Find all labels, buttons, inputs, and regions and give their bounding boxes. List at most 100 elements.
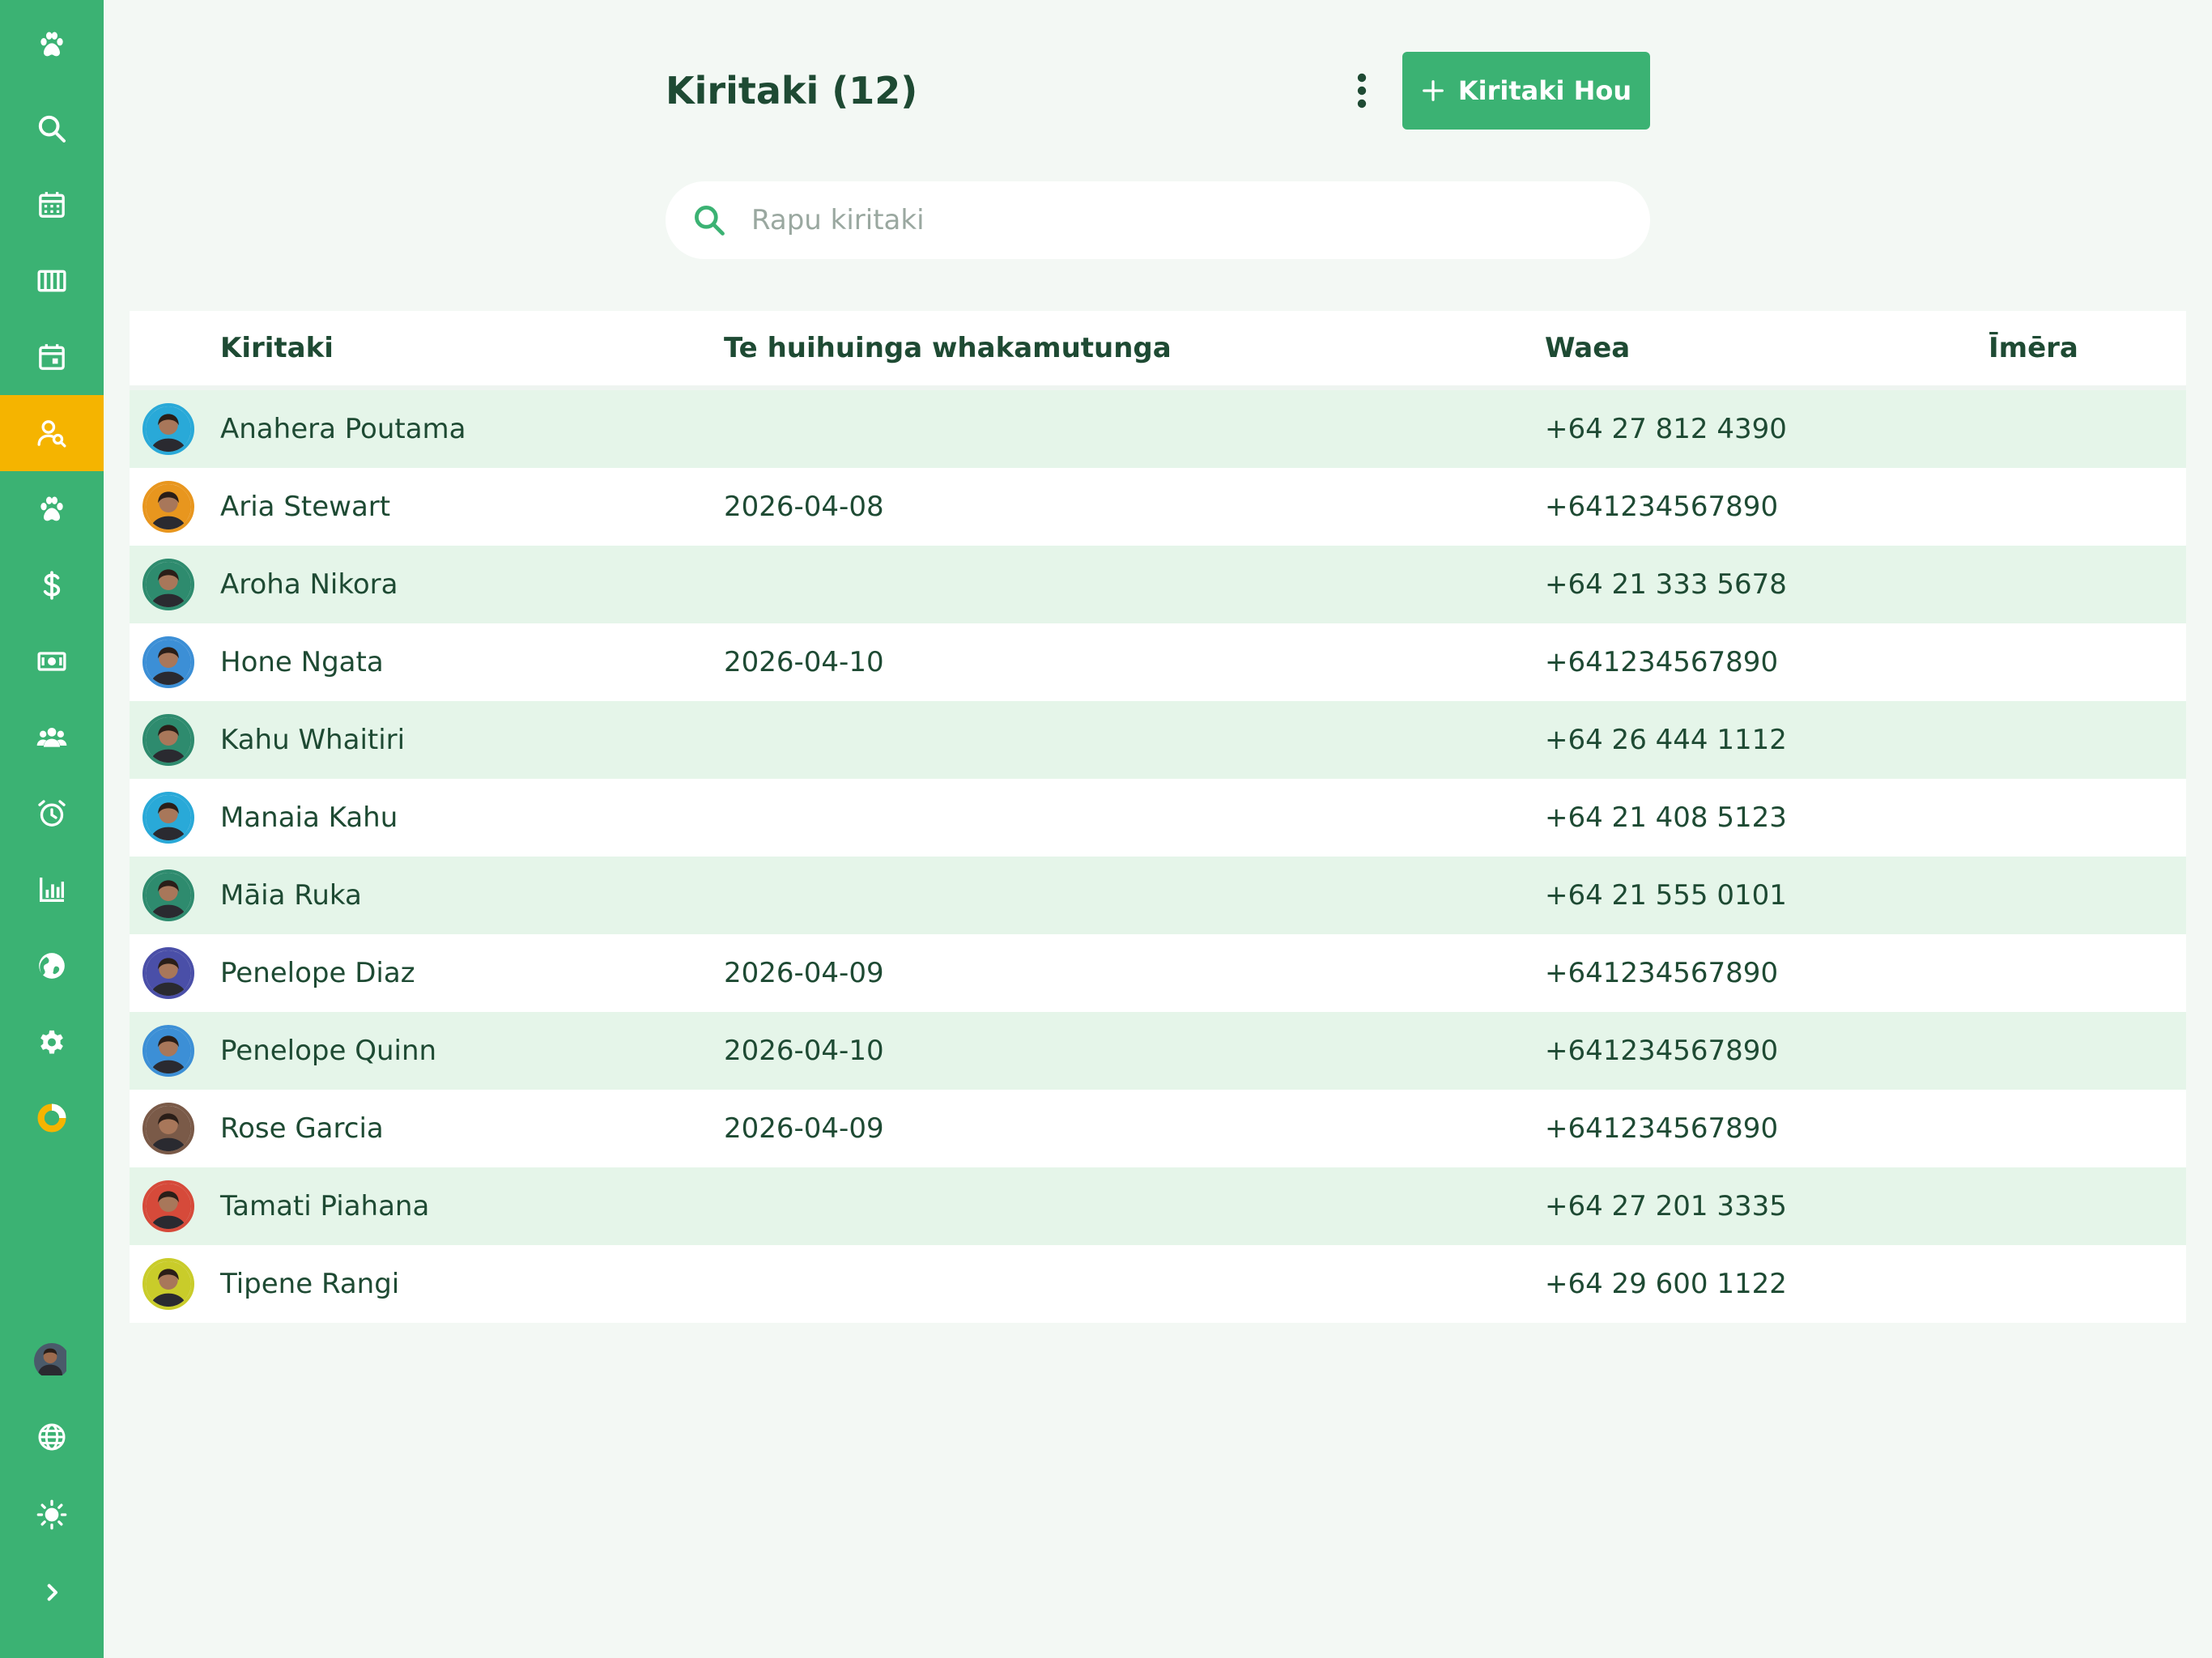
search-icon	[38, 115, 66, 142]
client-name: Anahera Poutama	[220, 413, 466, 445]
sun-icon	[36, 1499, 67, 1530]
bar-chart-icon	[40, 878, 64, 902]
client-name: Tamati Piahana	[220, 1190, 430, 1222]
table-row[interactable]: Aria Stewart 2026-04-08 +641234567890	[130, 468, 2186, 546]
last-appointment: 2026-04-09	[724, 1112, 884, 1145]
phone-number: +64 26 444 1112	[1545, 724, 1787, 756]
table-row[interactable]: Penelope Quinn 2026-04-10 +641234567890	[130, 1012, 2186, 1090]
table-row[interactable]: Tamati Piahana +64 27 201 3335	[130, 1167, 2186, 1245]
phone-number: +64 21 408 5123	[1545, 801, 1787, 834]
calendar-day-icon	[39, 344, 65, 370]
add-client-button[interactable]: Kiritaki Hou	[1402, 52, 1650, 130]
last-appointment: 2026-04-08	[724, 491, 884, 523]
clients-table: Kiritaki Te huihuinga whakamutunga Waea …	[130, 311, 2186, 1323]
avatar	[143, 403, 194, 455]
cash-icon	[37, 652, 66, 671]
avatar	[143, 947, 194, 999]
plus-icon	[1422, 80, 1444, 101]
client-name: Penelope Diaz	[220, 957, 415, 989]
sidebar-item-pets-home[interactable]	[0, 6, 104, 83]
column-header-last-appointment[interactable]: Te huihuinga whakamutunga	[724, 311, 1172, 385]
dollar-icon	[43, 571, 61, 600]
sidebar-item-reminders[interactable]	[0, 776, 104, 852]
client-name: Tipene Rangi	[220, 1268, 400, 1300]
avatar	[143, 1258, 194, 1310]
phone-number: +64 27 812 4390	[1545, 413, 1787, 445]
sidebar-item-appointments[interactable]	[0, 319, 104, 395]
last-appointment: 2026-04-09	[724, 957, 884, 989]
search-bar	[666, 181, 1650, 259]
client-name: Māia Ruka	[220, 879, 362, 912]
sidebar-item-billing[interactable]	[0, 547, 104, 623]
table-row[interactable]: Aroha Nikora +64 21 333 5678	[130, 546, 2186, 623]
phone-number: +64 21 555 0101	[1545, 879, 1787, 912]
sidebar-expand-button[interactable]	[0, 1554, 104, 1630]
sidebar-item-website[interactable]	[0, 928, 104, 1004]
paw-icon	[40, 496, 63, 521]
user-search-icon	[37, 420, 66, 448]
sidebar-item-payments[interactable]	[0, 623, 104, 699]
client-name: Hone Ngata	[220, 646, 384, 678]
search-icon	[695, 206, 725, 236]
sidebar-item-board[interactable]	[0, 243, 104, 319]
phone-number: +641234567890	[1545, 491, 1779, 523]
globe-filled-icon	[39, 953, 65, 979]
sidebar-item-search[interactable]	[0, 91, 104, 167]
sidebar-item-settings[interactable]	[0, 1004, 104, 1080]
client-name: Kahu Whaitiri	[220, 724, 406, 756]
avatar	[143, 1025, 194, 1077]
add-client-label: Kiritaki Hou	[1457, 75, 1632, 106]
sidebar-item-pets[interactable]	[0, 471, 104, 547]
last-appointment: 2026-04-10	[724, 646, 884, 678]
client-name: Rose Garcia	[220, 1112, 384, 1145]
avatar	[143, 559, 194, 610]
avatar	[143, 636, 194, 688]
client-name: Penelope Quinn	[220, 1035, 437, 1067]
table-row[interactable]: Māia Ruka +64 21 555 0101	[130, 857, 2186, 934]
avatar	[34, 1343, 70, 1379]
sidebar-language[interactable]	[0, 1399, 104, 1475]
phone-number: +64 27 201 3335	[1545, 1190, 1787, 1222]
table-row[interactable]: Tipene Rangi +64 29 600 1122	[130, 1245, 2186, 1323]
phone-number: +641234567890	[1545, 1035, 1779, 1067]
avatar	[143, 1103, 194, 1154]
chevron-right-icon	[47, 1584, 57, 1601]
gear-icon	[40, 1030, 63, 1054]
sidebar-item-staff[interactable]	[0, 699, 104, 776]
calendar-grid-icon	[39, 192, 65, 218]
avatar	[143, 792, 194, 844]
avatar	[143, 869, 194, 921]
table-header: Kiritaki Te huihuinga whakamutunga Waea …	[130, 311, 2186, 390]
sidebar-item-clients[interactable]	[0, 395, 104, 471]
table-row[interactable]: Hone Ngata 2026-04-10 +641234567890	[130, 623, 2186, 701]
group-icon	[36, 728, 67, 747]
sidebar-item-status[interactable]	[0, 1080, 104, 1156]
table-row[interactable]: Penelope Diaz 2026-04-09 +641234567890	[130, 934, 2186, 1012]
donut-icon	[37, 1103, 66, 1133]
phone-number: +64 21 333 5678	[1545, 568, 1787, 601]
table-row[interactable]: Manaia Kahu +64 21 408 5123	[130, 779, 2186, 857]
sidebar	[0, 0, 104, 1658]
avatar	[143, 1180, 194, 1232]
columns-icon	[37, 270, 66, 292]
column-header-phone[interactable]: Waea	[1545, 311, 1630, 385]
language-globe-icon	[38, 1423, 66, 1451]
sidebar-theme-toggle[interactable]	[0, 1477, 104, 1553]
sidebar-user-profile[interactable]	[0, 1323, 104, 1399]
page-title: Kiritaki (12)	[666, 69, 918, 113]
more-options-button[interactable]	[1344, 65, 1380, 117]
avatar	[143, 714, 194, 766]
table-row[interactable]: Rose Garcia 2026-04-09 +641234567890	[130, 1090, 2186, 1167]
table-row[interactable]: Anahera Poutama +64 27 812 4390	[130, 390, 2186, 468]
search-input[interactable]	[751, 196, 1610, 244]
more-vertical-icon	[1357, 73, 1367, 108]
sidebar-item-reports[interactable]	[0, 852, 104, 928]
avatar	[143, 481, 194, 533]
column-header-email[interactable]: Īmēra	[1989, 311, 2078, 385]
client-name: Aroha Nikora	[220, 568, 398, 601]
phone-number: +641234567890	[1545, 646, 1779, 678]
table-row[interactable]: Kahu Whaitiri +64 26 444 1112	[130, 701, 2186, 779]
sidebar-item-calendar[interactable]	[0, 167, 104, 243]
column-header-name[interactable]: Kiritaki	[220, 311, 334, 385]
table-body: Anahera Poutama +64 27 812 4390 Aria Stewa…	[130, 390, 2186, 1323]
